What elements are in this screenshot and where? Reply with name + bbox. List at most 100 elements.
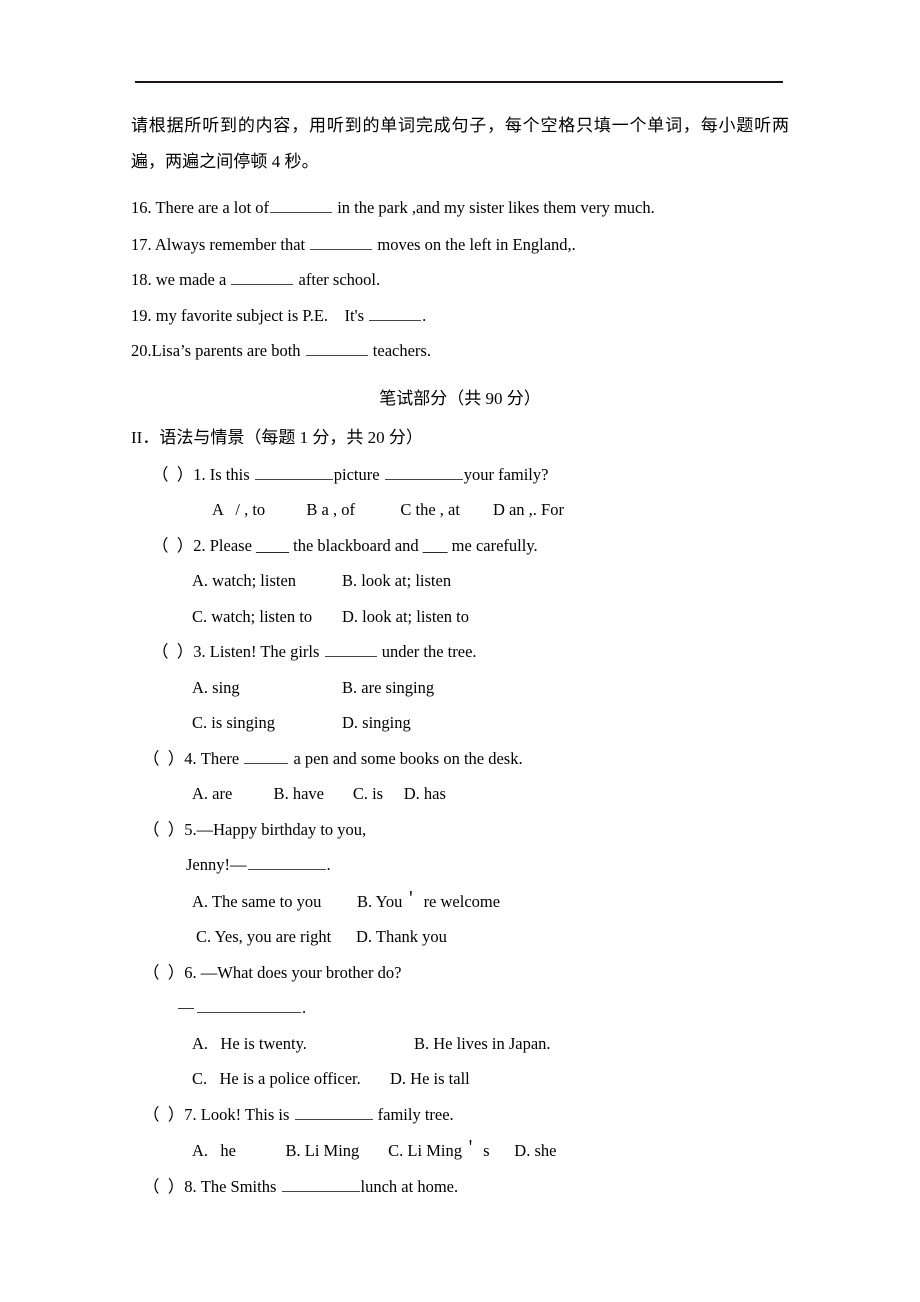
option-d[interactable]: D. look at; listen to	[342, 607, 469, 626]
stem-text: Please ____ the blackboard and ___ me ca…	[209, 535, 538, 555]
exam-page: 请根据所听到的内容，用听到的单词完成句子，每个空格只填一个单词，每小题听两遍，两…	[0, 0, 920, 1302]
stem-text: —What does your brother do?	[200, 962, 402, 982]
question-3-options-row-2: C. is singing D. singing	[192, 705, 920, 741]
question-marker[interactable]: （ ）1.	[152, 465, 206, 484]
option-c[interactable]: C. He is a police officer.	[192, 1061, 390, 1097]
question-marker[interactable]: （ ）8.	[143, 1177, 197, 1196]
question-marker[interactable]: （ ）6.	[143, 963, 197, 982]
answer-blank[interactable]	[369, 306, 422, 321]
question-marker[interactable]: （ ）4.	[143, 749, 197, 768]
question-1-options[interactable]: A / , to B a , of C the , at D an ,. For	[212, 492, 920, 528]
answer-blank[interactable]	[305, 341, 368, 356]
option-d[interactable]: D. He is tall	[390, 1069, 470, 1088]
option-b[interactable]: B. are singing	[342, 678, 434, 697]
item-text-after: in the park ,and my sister likes them ve…	[337, 198, 655, 217]
em-dash-icon	[178, 1008, 194, 1009]
answer-blank[interactable]	[231, 270, 294, 285]
stem-text: a pen and some books on the desk.	[293, 748, 523, 768]
option-b-text-2: re welcome	[423, 891, 501, 911]
option-a[interactable]: A. sing	[192, 670, 342, 706]
item-number: 16.	[131, 198, 152, 217]
option-a[interactable]: A. watch; listen	[192, 563, 342, 599]
answer-blank[interactable]	[324, 642, 377, 657]
stem-text: under the tree.	[381, 642, 477, 661]
header-rule	[135, 81, 783, 83]
answer-blank[interactable]	[244, 749, 289, 764]
answer-blank[interactable]	[254, 465, 333, 480]
question-6-continuation: .	[178, 990, 920, 1026]
answer-blank[interactable]	[310, 235, 373, 250]
question-6-options-row-2: C. He is a police officer. D. He is tall	[192, 1061, 920, 1097]
item-number: 20.	[131, 341, 152, 360]
question-6-stem: （ ）6. —What does your brother do?	[143, 955, 920, 991]
item-text-before: There are a lot of	[155, 198, 270, 217]
stem-text: Listen! The girls	[209, 642, 320, 661]
stem-text: your family?	[463, 464, 549, 484]
answer-blank[interactable]	[281, 1177, 360, 1192]
stem-text: picture	[333, 464, 380, 484]
multiple-choice-block: （ ）1. Is this picture your family? A / ,…	[0, 457, 920, 1205]
question-5-options-row-1: A. The same to you B. You＇ re welcome	[192, 883, 920, 920]
stem-text: .	[326, 855, 331, 874]
listening-item-16: 16. There are a lot of in the park ,and …	[131, 190, 920, 226]
item-text-after: moves on the left in England,.	[377, 234, 576, 254]
question-marker[interactable]: （ ）5.	[143, 820, 197, 839]
page-content: 请根据所听到的内容，用听到的单词完成句子，每个空格只填一个单词，每小题听两遍，两…	[0, 108, 920, 1204]
stem-text: There	[200, 748, 240, 768]
item-text-before: we made a	[155, 270, 227, 289]
item-text-after: after school.	[298, 270, 381, 289]
stem-text: Jenny!—	[186, 855, 247, 874]
question-4-options[interactable]: A. are B. have C. is D. has	[192, 776, 920, 812]
item-text-before: Lisa’s parents are both	[151, 341, 301, 360]
option-b[interactable]: B. He lives in Japan.	[414, 1034, 551, 1053]
answer-blank[interactable]	[384, 465, 463, 480]
answer-blank[interactable]	[294, 1105, 373, 1120]
question-2-options-row-2: C. watch; listen to D. look at; listen to	[192, 599, 920, 635]
answer-blank[interactable]	[197, 998, 301, 1013]
stem-text: Look! This is	[200, 1104, 290, 1124]
option-b-text: B. You	[357, 891, 403, 911]
question-2-stem: （ ）2. Please ____ the blackboard and ___…	[152, 528, 920, 564]
option-d[interactable]: D. singing	[342, 713, 411, 732]
option-c[interactable]: C. is singing	[192, 705, 342, 741]
section-ii-heading: II．语法与情景（每题 1 分，共 20 分）	[131, 427, 423, 447]
item-text-after: teachers.	[372, 341, 431, 360]
option-b[interactable]: B. You＇ re welcome	[357, 892, 500, 911]
option-b[interactable]: B. look at; listen	[342, 571, 451, 590]
question-5-stem: （ ）5.—Happy birthday to you,	[143, 812, 920, 848]
question-7-options[interactable]: A. he B. Li Ming C. Li Ming＇ s D. she	[192, 1132, 920, 1169]
options-text-2: s D. she	[483, 1141, 557, 1160]
option-c[interactable]: C. watch; listen to	[192, 599, 342, 635]
answer-blank[interactable]	[270, 198, 333, 213]
item-number: 17.	[131, 234, 152, 254]
stem-text: lunch at home.	[360, 1176, 459, 1196]
option-c[interactable]: C. Yes, you are right	[196, 919, 356, 955]
question-marker[interactable]: （ ）7.	[143, 1105, 197, 1124]
listening-item-19: 19. my favorite subject is P.E. It's .	[131, 298, 920, 334]
option-a[interactable]: A. He is twenty.	[192, 1026, 414, 1062]
option-d[interactable]: D. Thank you	[356, 927, 447, 946]
question-5-continuation: Jenny!—.	[186, 847, 920, 883]
question-marker[interactable]: （ ）3.	[152, 642, 206, 661]
stem-text: The Smiths	[200, 1176, 277, 1196]
answer-blank[interactable]	[247, 855, 326, 870]
item-number: 19.	[131, 305, 152, 325]
question-3-options-row-1: A. sing B. are singing	[192, 670, 920, 706]
item-text-before: my favorite subject is P.E. It's	[155, 305, 365, 325]
option-a[interactable]: A. The same to you	[192, 884, 357, 920]
written-part-banner: 笔试部分（共 90 分）	[0, 382, 920, 416]
listening-item-17: 17. Always remember that moves on the le…	[131, 227, 920, 263]
question-6-options-row-1: A. He is twenty. B. He lives in Japan.	[192, 1026, 920, 1062]
stem-text: family tree.	[377, 1104, 454, 1124]
listening-instruction: 请根据所听到的内容，用听到的单词完成句子，每个空格只填一个单词，每小题听两遍，两…	[131, 116, 789, 171]
apostrophe-glyph: ＇	[403, 891, 419, 908]
stem-text: Is this	[209, 464, 250, 484]
question-3-stem: （ ）3. Listen! The girls under the tree.	[152, 634, 920, 670]
question-7-stem: （ ）7. Look! This is family tree.	[143, 1097, 920, 1133]
stem-text: .	[302, 998, 307, 1017]
question-1-stem: （ ）1. Is this picture your family?	[152, 457, 920, 493]
options-text: A. he B. Li Ming C. Li Ming	[192, 1141, 462, 1160]
item-number: 18.	[131, 270, 152, 289]
stem-text: —Happy birthday to you,	[196, 819, 367, 839]
question-marker[interactable]: （ ）2.	[152, 536, 206, 555]
